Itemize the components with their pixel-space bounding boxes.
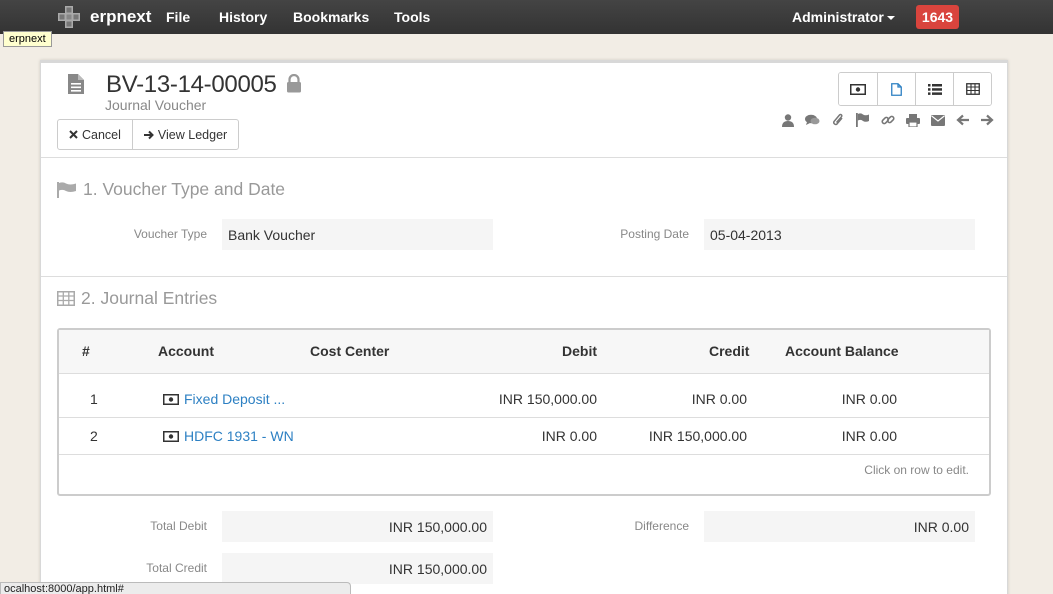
divider [41, 276, 1007, 277]
table-row[interactable]: 2 HDFC 1931 - WN INR 0.00 INR 150,000.00… [59, 418, 989, 455]
caret-down-icon [886, 16, 895, 20]
action-button-group: Cancel View Ledger [57, 119, 240, 150]
print-icon[interactable] [900, 112, 925, 128]
arrow-right-icon[interactable] [975, 112, 1000, 128]
browser-status-bar: ocalhost:8000/app.html# [0, 582, 351, 594]
document-icon [891, 82, 902, 96]
flag-icon[interactable] [850, 112, 875, 128]
comments-icon[interactable] [800, 112, 825, 128]
cancel-button[interactable]: Cancel [58, 120, 132, 149]
debit-cell: INR 150,000.00 [498, 391, 597, 407]
account-name: HDFC 1931 - WN [184, 428, 294, 444]
column-header-account-balance: Account Balance [785, 343, 899, 359]
document-icon [67, 73, 85, 100]
list-view-button[interactable] [915, 73, 953, 105]
brand[interactable]: erpnext [58, 6, 151, 28]
brand-name: erpnext [90, 7, 152, 26]
lock-icon [286, 73, 302, 98]
difference-field[interactable]: INR 0.00 [704, 511, 975, 542]
account-name: Fixed Deposit ... [184, 391, 286, 407]
view-toggle [838, 72, 992, 106]
row-index: 1 [90, 391, 98, 407]
menu-history[interactable]: History [219, 9, 267, 25]
page-title: BV-13-14-00005 [106, 71, 277, 98]
form-view-button[interactable] [877, 73, 915, 105]
menu-bookmarks[interactable]: Bookmarks [293, 9, 369, 25]
posting-date-label: Posting Date [620, 227, 689, 241]
money-icon [163, 393, 179, 405]
flag-icon [57, 181, 76, 198]
voucher-type-field[interactable]: Bank Voucher [222, 219, 493, 250]
difference-label: Difference [634, 519, 689, 533]
total-credit-field[interactable]: INR 150,000.00 [222, 553, 493, 584]
arrow-left-icon[interactable] [950, 112, 975, 128]
paperclip-icon[interactable] [825, 112, 850, 128]
arrow-right-icon [143, 130, 154, 139]
journal-entries-table: # Account Cost Center Debit Credit Accou… [57, 328, 991, 496]
total-debit-field[interactable]: INR 150,000.00 [222, 511, 493, 542]
posting-date-field[interactable]: 05-04-2013 [704, 219, 975, 250]
view-ledger-button-label: View Ledger [157, 127, 228, 142]
menu-file[interactable]: File [166, 9, 190, 25]
view-ledger-button[interactable]: View Ledger [131, 120, 238, 149]
tooltip: erpnext [3, 31, 52, 47]
account-link[interactable]: HDFC 1931 - WN [163, 428, 294, 444]
column-header-account: Account [158, 343, 214, 359]
section-heading-label: 2. Journal Entries [81, 288, 218, 308]
debit-cell: INR 0.00 [541, 428, 597, 444]
user-name: Administrator [792, 9, 884, 25]
top-navbar: erpnext File History Bookmarks Tools Adm… [0, 0, 1053, 34]
money-view-button[interactable] [839, 73, 877, 105]
section-heading-journal-entries: 2. Journal Entries [57, 288, 217, 309]
table-icon [965, 83, 980, 95]
column-header-debit: Debit [562, 343, 597, 359]
balance-cell: INR 0.00 [841, 428, 897, 444]
money-icon [850, 83, 866, 95]
page-subtitle: Journal Voucher [105, 97, 207, 113]
table-view-button[interactable] [953, 73, 991, 105]
action-icon-row [775, 112, 1000, 128]
envelope-icon[interactable] [925, 112, 950, 128]
notification-badge[interactable]: 1643 [916, 5, 959, 29]
user-icon[interactable] [775, 112, 800, 128]
menu-tools[interactable]: Tools [394, 9, 430, 25]
money-icon [163, 430, 179, 442]
table-row[interactable]: 1 Fixed Deposit ... INR 150,000.00 INR 0… [59, 381, 989, 418]
section-heading-label: 1. Voucher Type and Date [83, 179, 286, 199]
column-header-index: # [82, 343, 90, 359]
user-menu[interactable]: Administrator [792, 9, 895, 25]
voucher-type-label: Voucher Type [133, 227, 207, 241]
balance-cell: INR 0.00 [841, 391, 897, 407]
credit-cell: INR 150,000.00 [648, 428, 747, 444]
close-icon [69, 130, 78, 139]
table-icon [57, 291, 75, 306]
link-icon[interactable] [875, 112, 900, 128]
erpnext-logo-icon [58, 6, 80, 28]
column-header-cost-center: Cost Center [310, 343, 390, 359]
credit-cell: INR 0.00 [691, 391, 747, 407]
column-header-credit: Credit [709, 343, 750, 359]
account-link[interactable]: Fixed Deposit ... [163, 391, 285, 407]
table-header: # Account Cost Center Debit Credit Accou… [59, 330, 989, 374]
cancel-button-label: Cancel [82, 127, 121, 142]
divider [41, 157, 1007, 158]
section-heading-voucher-type: 1. Voucher Type and Date [57, 179, 285, 200]
total-credit-label: Total Credit [146, 561, 207, 575]
row-index: 2 [90, 428, 98, 444]
total-debit-label: Total Debit [150, 519, 207, 533]
list-icon [927, 83, 942, 95]
grid-hint: Click on row to edit. [864, 463, 969, 477]
